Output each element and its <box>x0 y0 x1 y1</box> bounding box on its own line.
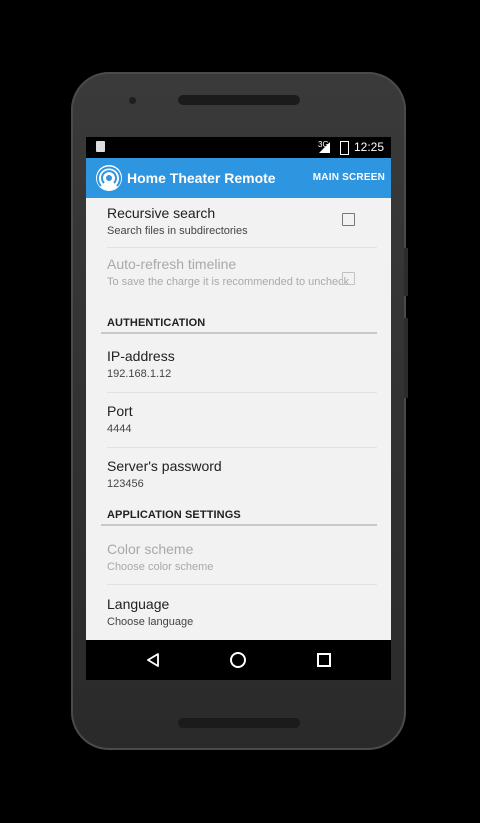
pref-ip-address[interactable]: IP-address 192.168.1.12 <box>107 348 377 381</box>
category-authentication: AUTHENTICATION <box>107 317 206 329</box>
screen: 3G 12:25 Home Theater Remote MAIN SCREEN… <box>86 137 391 680</box>
recursive-search-checkbox[interactable] <box>342 213 355 226</box>
pref-title: Language <box>107 596 170 612</box>
pref-summary: Choose language <box>107 616 194 628</box>
pref-title: Port <box>107 403 133 419</box>
power-button <box>404 248 408 296</box>
back-icon[interactable] <box>146 653 160 667</box>
broadcast-icon <box>96 165 122 191</box>
pref-value: 4444 <box>107 423 132 435</box>
pref-summary: To save the charge it is recommended to … <box>107 276 350 288</box>
pref-title: IP-address <box>107 348 175 364</box>
pref-color-scheme[interactable]: Color scheme Choose color scheme <box>107 541 377 574</box>
pref-summary: Search files in subdirectories <box>107 225 248 237</box>
pref-title: Auto-refresh timeline <box>107 256 237 272</box>
pref-summary: Choose color scheme <box>107 561 214 573</box>
divider <box>107 392 377 393</box>
volume-button <box>404 318 408 398</box>
top-speaker <box>178 95 300 105</box>
app-title: Home Theater Remote <box>127 170 276 186</box>
category-divider <box>101 332 377 334</box>
pref-value: 192.168.1.12 <box>107 368 172 380</box>
app-bar: Home Theater Remote MAIN SCREEN <box>86 158 391 198</box>
divider <box>107 447 377 448</box>
pref-server-password[interactable]: Server's password 123456 <box>107 458 377 491</box>
battery-icon <box>340 141 349 155</box>
pref-value: 123456 <box>107 478 144 490</box>
clock: 12:25 <box>354 140 385 154</box>
main-screen-button[interactable]: MAIN SCREEN <box>313 172 385 183</box>
notification-icon <box>96 141 105 152</box>
settings-list: Recursive search Search files in subdire… <box>86 198 391 640</box>
divider <box>107 584 377 585</box>
pref-title: Server's password <box>107 458 222 474</box>
pref-recursive-search[interactable]: Recursive search Search files in subdire… <box>107 205 377 238</box>
recents-icon[interactable] <box>317 653 331 667</box>
pref-title: Recursive search <box>107 205 216 221</box>
front-camera <box>129 97 136 104</box>
category-divider <box>101 524 377 526</box>
pref-language[interactable]: Language Choose language <box>107 596 377 629</box>
pref-port[interactable]: Port 4444 <box>107 403 377 436</box>
navigation-bar <box>86 640 391 680</box>
category-application-settings: APPLICATION SETTINGS <box>107 509 241 521</box>
pref-title: Color scheme <box>107 541 194 557</box>
home-icon[interactable] <box>230 652 246 668</box>
pref-auto-refresh[interactable]: Auto-refresh timeline To save the charge… <box>107 256 377 289</box>
auto-refresh-checkbox[interactable] <box>342 272 355 285</box>
status-bar: 3G 12:25 <box>86 137 391 158</box>
divider <box>107 247 377 248</box>
bottom-speaker <box>178 718 300 728</box>
network-type: 3G <box>318 140 329 149</box>
